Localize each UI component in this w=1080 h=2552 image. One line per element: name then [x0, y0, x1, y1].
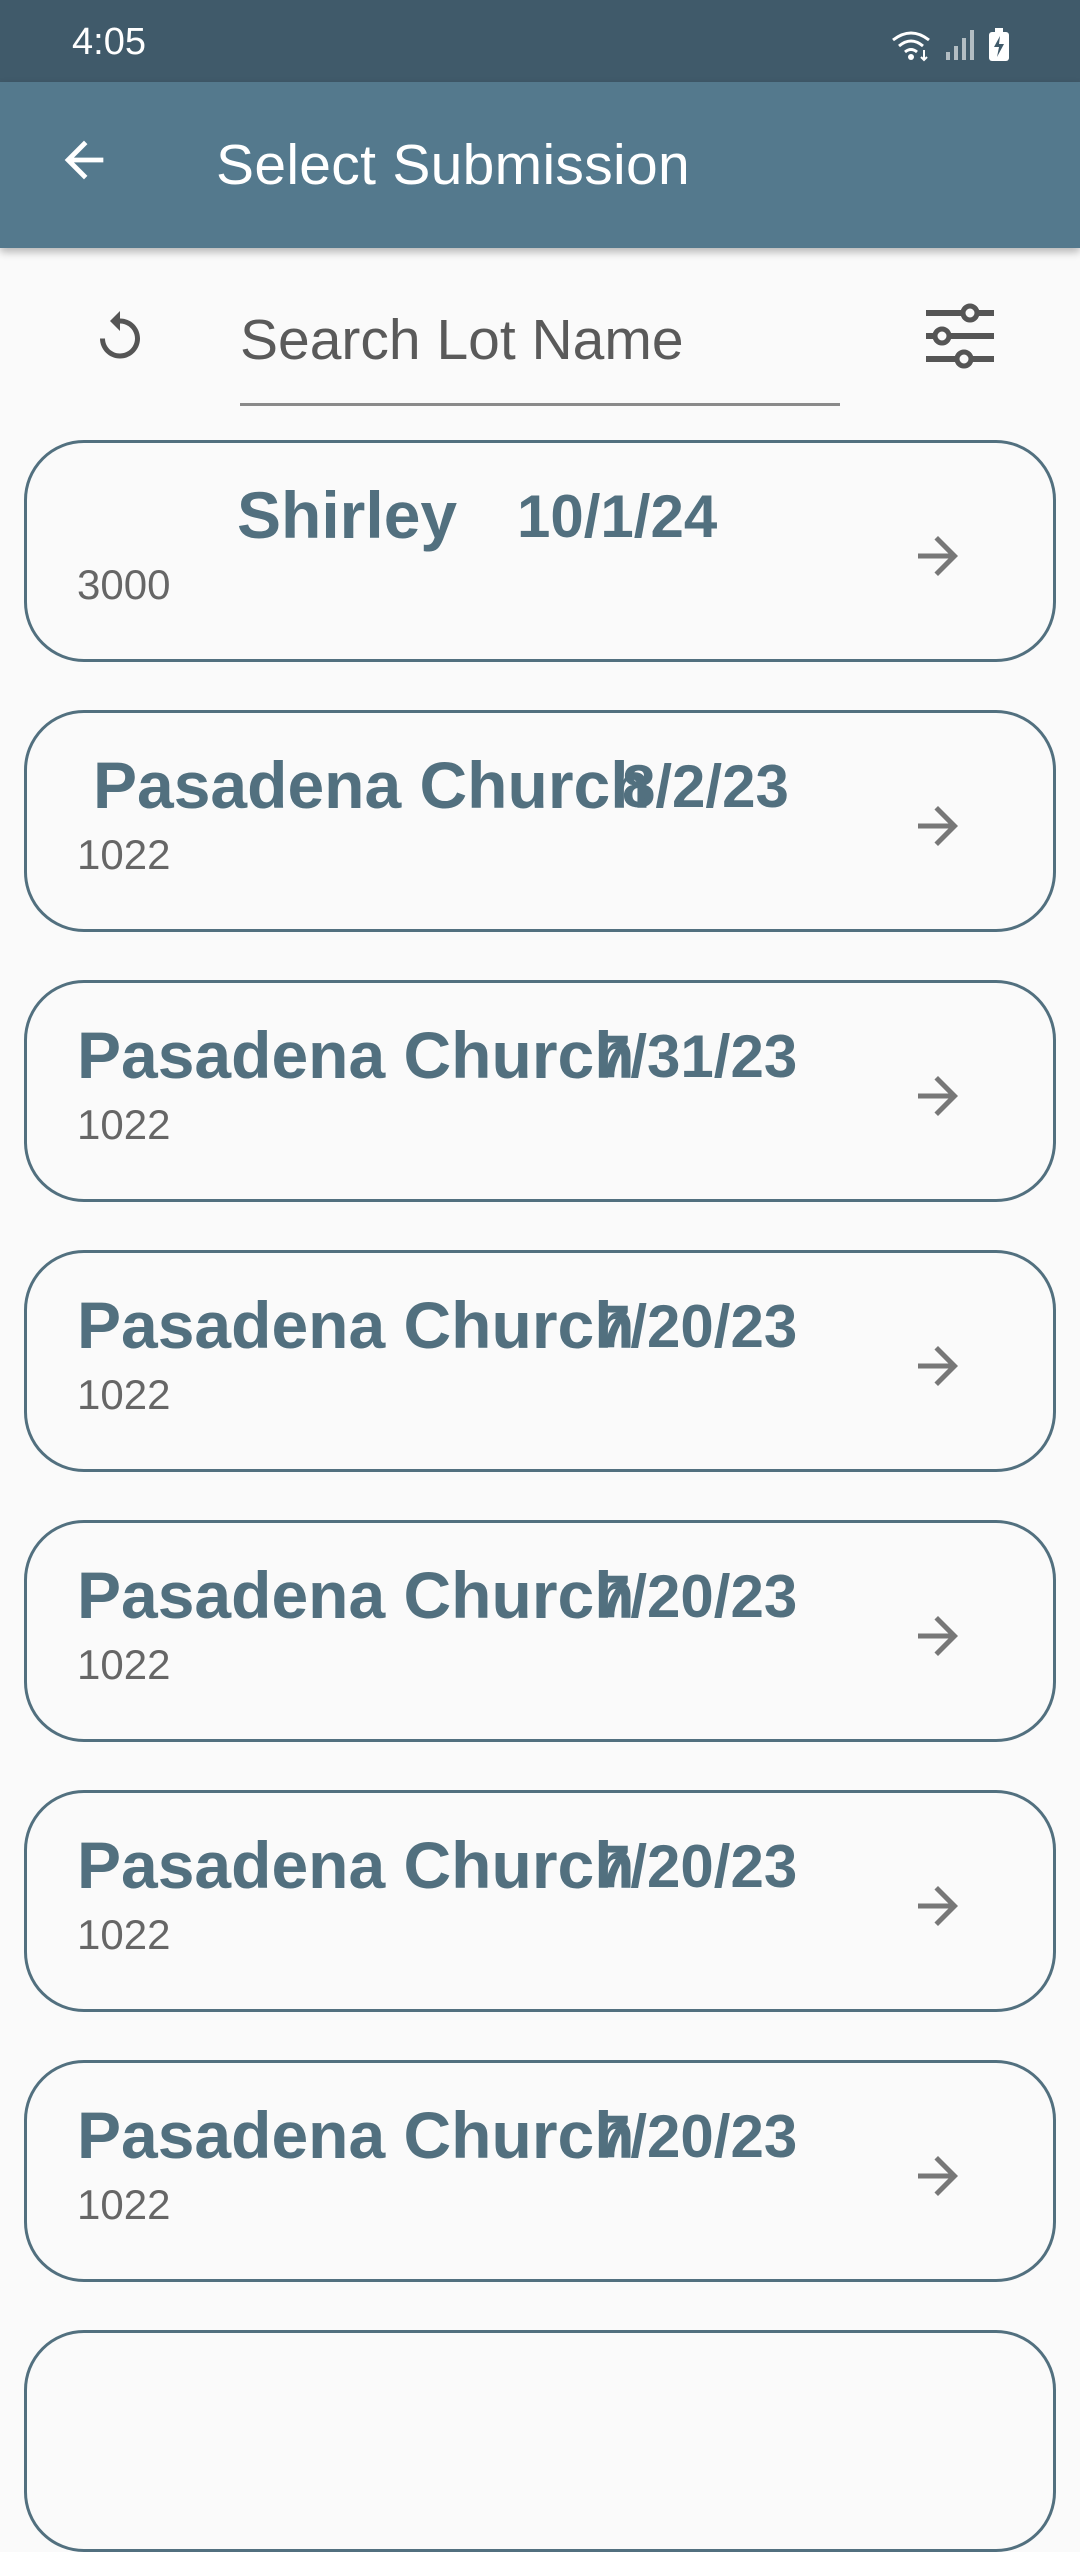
submission-code: 1022: [77, 2181, 171, 2228]
signal-icon: [944, 28, 976, 62]
sliders-icon: [924, 303, 996, 374]
refresh-button[interactable]: [80, 298, 160, 378]
submission-code: 3000: [77, 561, 171, 608]
submission-card[interactable]: Pasadena Church 7/20/23 1022: [24, 2060, 1056, 2282]
arrow-right-icon[interactable]: [903, 1061, 973, 1131]
submission-code: 1022: [77, 1371, 171, 1418]
submission-date: 7/31/23: [597, 1023, 798, 1090]
submission-card[interactable]: Pasadena Church 7/31/23 1022: [24, 980, 1056, 1202]
submission-name: Pasadena Church: [77, 1558, 635, 1632]
refresh-icon: [90, 306, 150, 371]
submission-card[interactable]: Pasadena Church 7/20/23 1022: [24, 1520, 1056, 1742]
app-bar: Select Submission: [0, 82, 1080, 248]
submission-date: 7/20/23: [597, 1293, 798, 1360]
submission-card[interactable]: Pasadena Church 8/2/23 1022: [24, 710, 1056, 932]
arrow-right-icon[interactable]: [903, 1331, 973, 1401]
status-icons: [890, 28, 1010, 62]
search-input[interactable]: [240, 302, 840, 378]
status-time: 4:05: [72, 21, 146, 63]
search-row: [0, 248, 1080, 428]
submission-date: 7/20/23: [597, 1563, 798, 1630]
submission-card[interactable]: Pasadena Church 7/20/23 1022: [24, 1250, 1056, 1472]
back-button[interactable]: [44, 122, 124, 202]
submission-card[interactable]: Shirley 10/1/24 3000: [24, 440, 1056, 662]
arrow-right-icon[interactable]: [903, 1871, 973, 1941]
submission-date: 8/2/23: [622, 753, 789, 820]
submission-name: Pasadena Church: [77, 1828, 635, 1902]
submission-date: 7/20/23: [597, 1833, 798, 1900]
submission-name: Shirley: [237, 478, 458, 552]
search-field: [240, 288, 840, 406]
submission-date: 7/20/23: [597, 2103, 798, 2170]
status-bar: 4:05: [0, 0, 1080, 82]
submission-name: Pasadena Church: [77, 2098, 635, 2172]
submission-name: Pasadena Church: [77, 1018, 635, 1092]
arrow-right-icon[interactable]: [903, 521, 973, 591]
submission-name: Pasadena Church: [77, 1288, 635, 1362]
submission-code: 1022: [77, 831, 171, 878]
submission-code: 1022: [77, 1641, 171, 1688]
arrow-right-icon[interactable]: [903, 791, 973, 861]
submission-code: 1022: [77, 1101, 171, 1148]
submission-date: 10/1/24: [517, 483, 718, 550]
arrow-right-icon[interactable]: [903, 1601, 973, 1671]
page-title: Select Submission: [216, 133, 690, 197]
wifi-icon: [890, 28, 932, 62]
submission-card[interactable]: Pasadena Church 7/20/23 1022: [24, 1790, 1056, 2012]
arrow-left-icon: [55, 131, 113, 194]
arrow-right-icon[interactable]: [903, 2141, 973, 2211]
submission-card-partial[interactable]: [24, 2330, 1056, 2552]
submission-code: 1022: [77, 1911, 171, 1958]
battery-charging-icon: [988, 28, 1010, 62]
submission-name: Pasadena Church: [93, 748, 651, 822]
filter-button[interactable]: [920, 298, 1000, 378]
